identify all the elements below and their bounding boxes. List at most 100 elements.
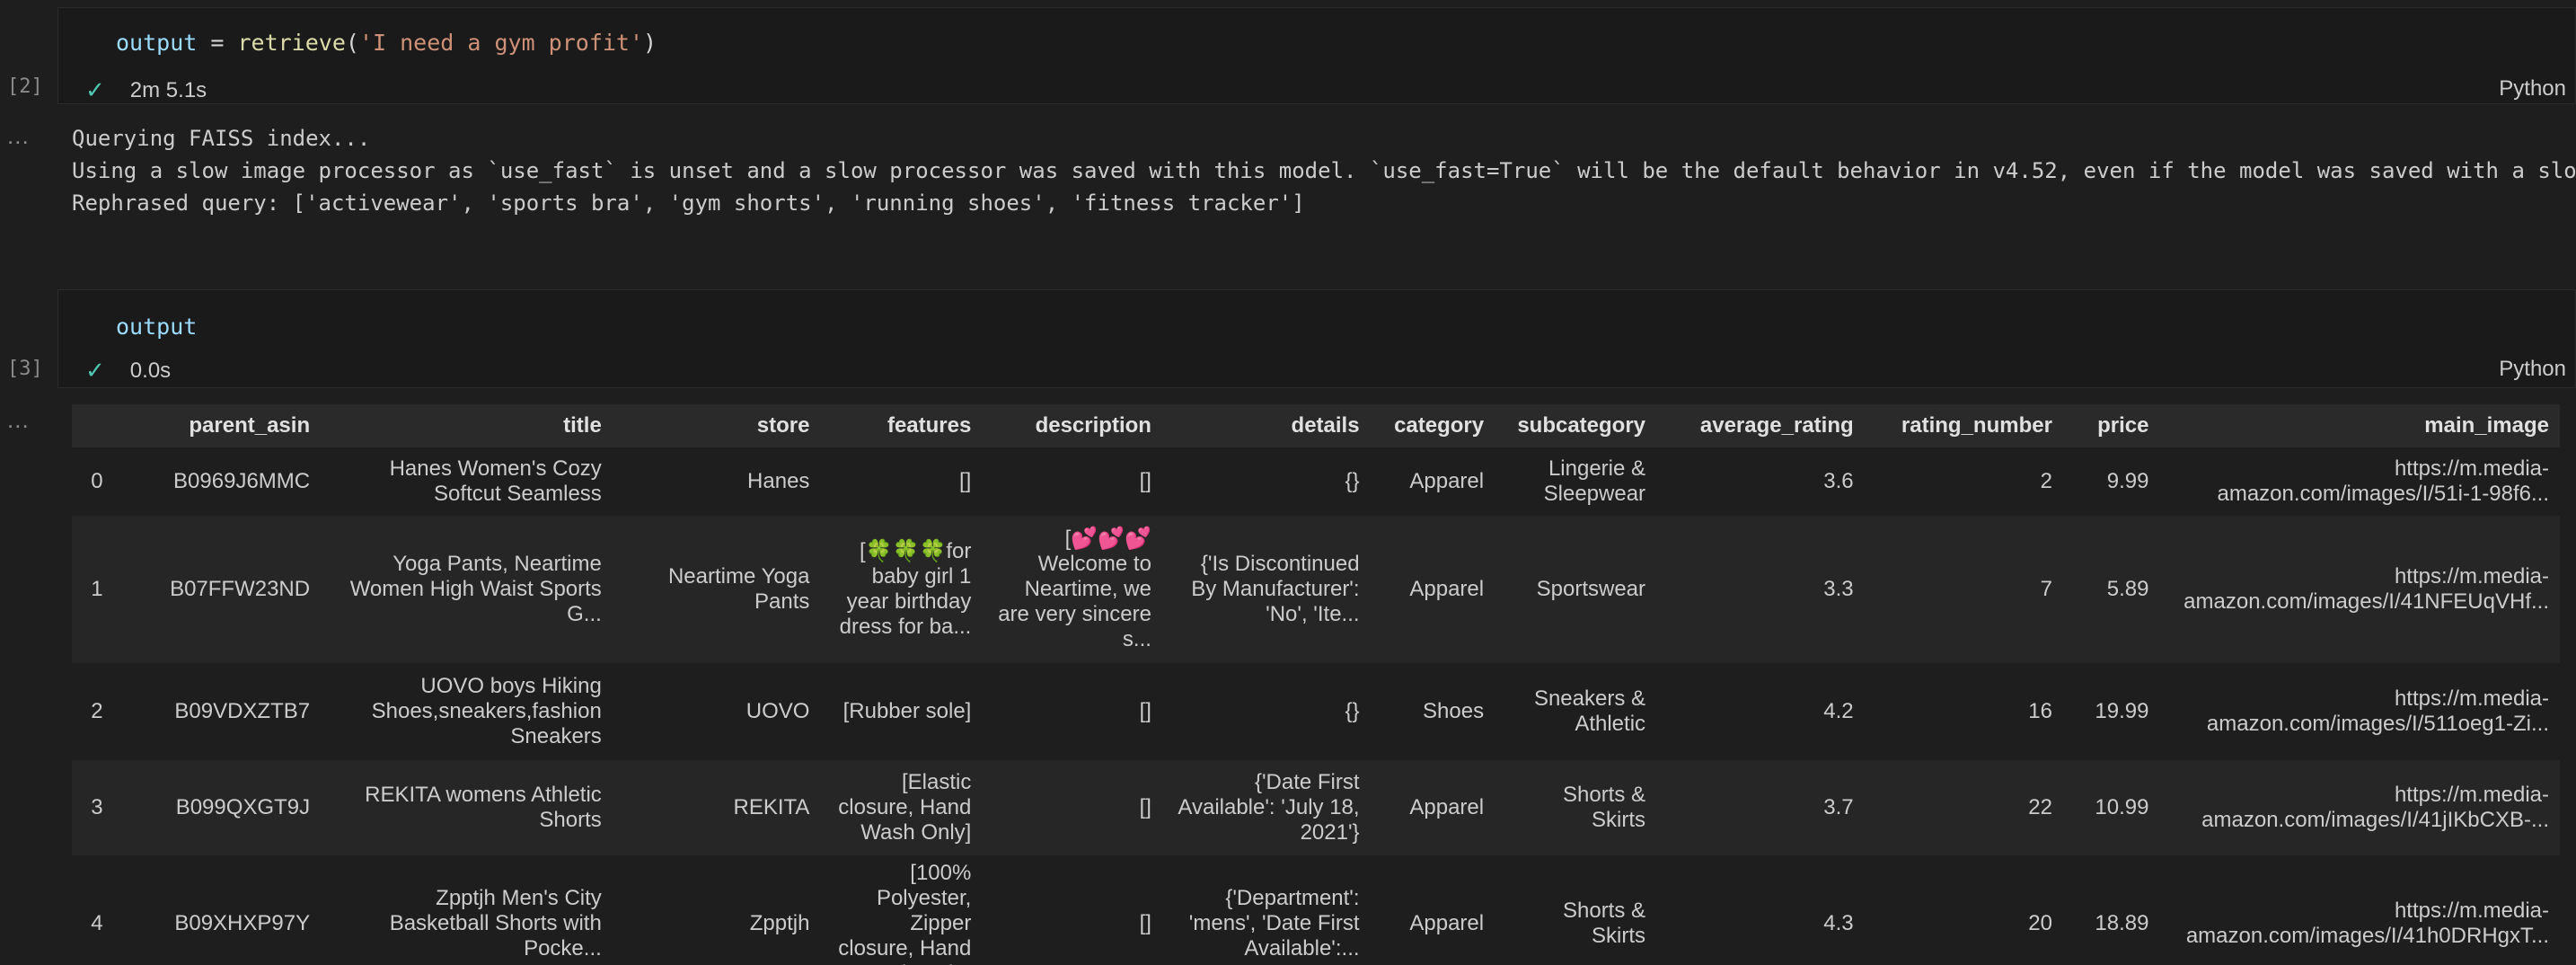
output-line: Using a slow image processor as `use_fas… bbox=[72, 158, 2576, 183]
cell-subcategory: Shorts & Skirts bbox=[1495, 855, 1657, 965]
code-editor[interactable]: output = retrieve('I need a gym profit') bbox=[116, 30, 657, 56]
cell-details: {} bbox=[1161, 663, 1371, 760]
cell-title: Hanes Women's Cozy Softcut Seamless bbox=[321, 447, 613, 516]
cell-subcategory: Lingerie & Sleepwear bbox=[1495, 447, 1657, 516]
check-icon: ✓ bbox=[85, 76, 105, 103]
cell-rating-number: 2 bbox=[1864, 447, 2063, 516]
cell-parent-asin: B0969J6MMC bbox=[121, 447, 322, 516]
code-editor[interactable]: output bbox=[116, 314, 197, 340]
table-row: 1 B07FFW23ND Yoga Pants, Neartime Women Hi… bbox=[72, 516, 2560, 663]
cell-store: REKITA bbox=[612, 760, 821, 855]
execution-status: ✓ 2m 5.1s bbox=[85, 76, 207, 104]
cell-average-rating: 3.6 bbox=[1656, 447, 1865, 516]
output-more-icon[interactable]: ... bbox=[7, 122, 30, 150]
column-header-details: details bbox=[1161, 404, 1371, 447]
cell-main-image: https://m.media-amazon.com/images/I/41NF… bbox=[2159, 516, 2560, 663]
table-row: 3 B099QXGT9J REKITA womens Athletic Shorts… bbox=[72, 760, 2560, 855]
code-token-paren: ) bbox=[643, 30, 657, 56]
cell-store: Zpptjh bbox=[612, 855, 821, 965]
cell-subcategory: Sportswear bbox=[1495, 516, 1657, 663]
cell-output-text: Querying FAISS index... Using a slow imag… bbox=[72, 122, 2576, 219]
cell-details: {'Department': 'mens', 'Date First Avail… bbox=[1161, 855, 1371, 965]
cell-title: REKITA womens Athletic Shorts bbox=[321, 760, 613, 855]
cell-index: 2 bbox=[72, 663, 122, 760]
cell-category: Apparel bbox=[1370, 516, 1495, 663]
table-row: 2 B09VDXZTB7 UOVO boys Hiking Shoes,sneake… bbox=[72, 663, 2560, 760]
cell-average-rating: 3.3 bbox=[1656, 516, 1865, 663]
dataframe-output: parent_asin title store features descrip… bbox=[72, 404, 2565, 965]
code-token-string: 'I need a gym profit' bbox=[358, 30, 644, 56]
cell-description: [💕💕💕 Welcome to Neartime, we are very si… bbox=[982, 516, 1162, 663]
code-token-operator: = bbox=[197, 30, 238, 56]
cell-features: [100% Polyester, Zipper closure, Hand Wa… bbox=[820, 855, 983, 965]
cell-price: 9.99 bbox=[2062, 447, 2160, 516]
cell-title: Zpptjh Men's City Basketball Shorts with… bbox=[321, 855, 613, 965]
cell-category: Apparel bbox=[1370, 760, 1495, 855]
cell-rating-number: 16 bbox=[1864, 663, 2063, 760]
output-line: Querying FAISS index... bbox=[72, 126, 371, 151]
column-header-main-image: main_image bbox=[2159, 404, 2560, 447]
cell-price: 10.99 bbox=[2062, 760, 2160, 855]
cell-features: [🍀🍀🍀for baby girl 1 year birthday dress … bbox=[820, 516, 983, 663]
code-token-variable: output bbox=[116, 314, 198, 340]
cell-rating-number: 20 bbox=[1864, 855, 2063, 965]
column-header-features: features bbox=[820, 404, 983, 447]
output-line: Rephrased query: ['activewear', 'sports … bbox=[72, 190, 1305, 216]
cell-main-image: https://m.media-amazon.com/images/I/41jI… bbox=[2159, 760, 2560, 855]
cell-features: [Rubber sole] bbox=[820, 663, 983, 760]
execution-count: [2] bbox=[7, 75, 43, 98]
dataframe-table: parent_asin title store features descrip… bbox=[72, 404, 2560, 965]
cell-title: Yoga Pants, Neartime Women High Waist Sp… bbox=[321, 516, 613, 663]
cell-index: 0 bbox=[72, 447, 122, 516]
column-header-store: store bbox=[612, 404, 821, 447]
cell-features: [] bbox=[820, 447, 983, 516]
cell-average-rating: 3.7 bbox=[1656, 760, 1865, 855]
cell-store: Hanes bbox=[612, 447, 821, 516]
cell-rating-number: 22 bbox=[1864, 760, 2063, 855]
column-header-index bbox=[72, 404, 122, 447]
cell-parent-asin: B09VDXZTB7 bbox=[121, 663, 322, 760]
execution-duration: 0.0s bbox=[129, 358, 172, 383]
execution-status: ✓ 0.0s bbox=[85, 357, 171, 385]
cell-details: {'Is Discontinued By Manufacturer': 'No'… bbox=[1161, 516, 1371, 663]
cell-parent-asin: B07FFW23ND bbox=[121, 516, 322, 663]
cell-description: [] bbox=[982, 447, 1162, 516]
cell-category: Apparel bbox=[1370, 855, 1495, 965]
column-header-average-rating: average_rating bbox=[1656, 404, 1865, 447]
cell-category: Apparel bbox=[1370, 447, 1495, 516]
cell-category: Shoes bbox=[1370, 663, 1495, 760]
language-picker[interactable]: Python bbox=[2499, 76, 2566, 102]
execution-count: [3] bbox=[7, 358, 43, 380]
cell-main-image: https://m.media-amazon.com/images/I/41h0… bbox=[2159, 855, 2560, 965]
execution-duration: 2m 5.1s bbox=[129, 77, 207, 102]
cell-description: [] bbox=[982, 663, 1162, 760]
cell-price: 5.89 bbox=[2062, 516, 2160, 663]
column-header-rating-number: rating_number bbox=[1864, 404, 2063, 447]
cell-rating-number: 7 bbox=[1864, 516, 2063, 663]
cell-parent-asin: B099QXGT9J bbox=[121, 760, 322, 855]
column-header-title: title bbox=[321, 404, 613, 447]
cell-index: 4 bbox=[72, 855, 122, 965]
cell-price: 18.89 bbox=[2062, 855, 2160, 965]
column-header-category: category bbox=[1370, 404, 1495, 447]
cell-title: UOVO boys Hiking Shoes,sneakers,fashion … bbox=[321, 663, 613, 760]
code-token-paren: ( bbox=[345, 30, 359, 56]
language-picker[interactable]: Python bbox=[2499, 357, 2566, 382]
cell-main-image: https://m.media-amazon.com/images/I/51i-… bbox=[2159, 447, 2560, 516]
code-cell-1[interactable]: output = retrieve('I need a gym profit')… bbox=[57, 7, 2576, 104]
code-cell-2[interactable]: output ✓ 0.0s Python bbox=[57, 289, 2576, 388]
cell-details: {'Date First Available': 'July 18, 2021'… bbox=[1161, 760, 1371, 855]
cell-parent-asin: B09XHXP97Y bbox=[121, 855, 322, 965]
table-row: 4 B09XHXP97Y Zpptjh Men's City Basketball … bbox=[72, 855, 2560, 965]
cell-average-rating: 4.3 bbox=[1656, 855, 1865, 965]
cell-description: [] bbox=[982, 855, 1162, 965]
cell-details: {} bbox=[1161, 447, 1371, 516]
cell-subcategory: Shorts & Skirts bbox=[1495, 760, 1657, 855]
table-header-row: parent_asin title store features descrip… bbox=[72, 404, 2560, 447]
cell-index: 1 bbox=[72, 516, 122, 663]
output-more-icon[interactable]: ... bbox=[7, 406, 30, 434]
cell-features: [Elastic closure, Hand Wash Only] bbox=[820, 760, 983, 855]
table-row: 0 B0969J6MMC Hanes Women's Cozy Softcut Se… bbox=[72, 447, 2560, 516]
cell-store: Neartime Yoga Pants bbox=[612, 516, 821, 663]
cell-subcategory: Sneakers & Athletic bbox=[1495, 663, 1657, 760]
